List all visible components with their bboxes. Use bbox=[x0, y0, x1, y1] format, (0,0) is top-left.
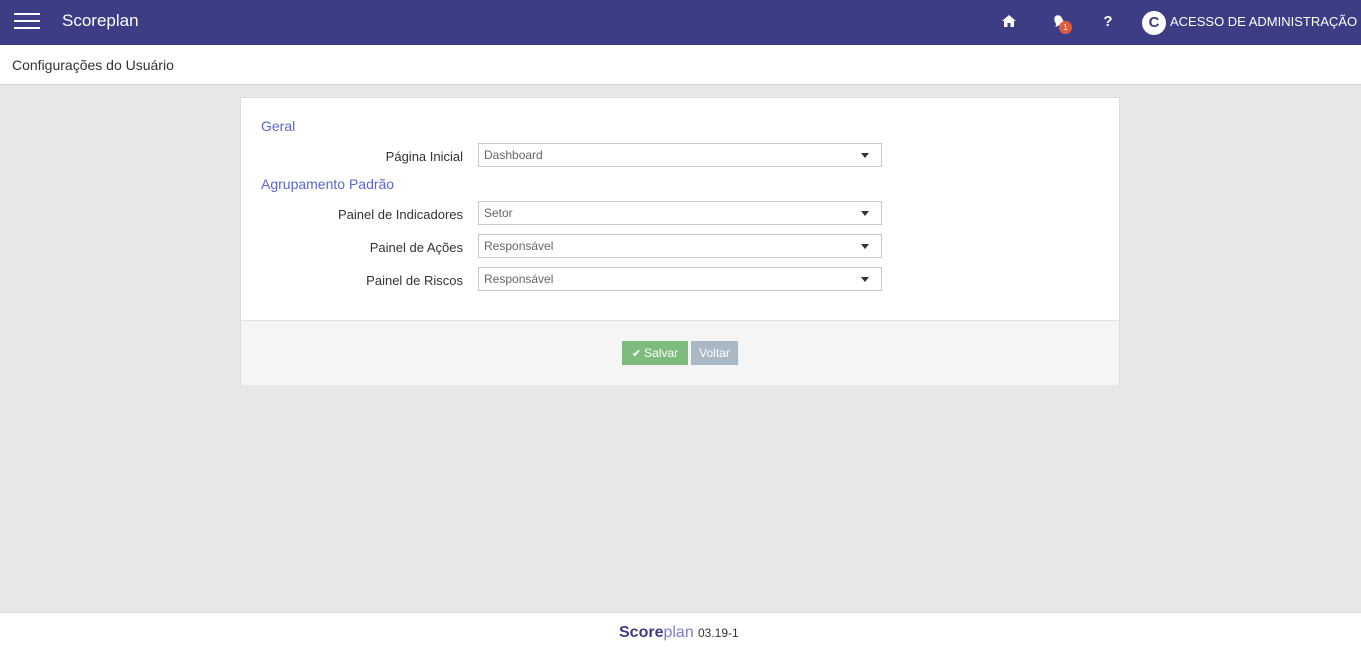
avatar[interactable]: C bbox=[1142, 11, 1166, 35]
actions-panel-select[interactable]: Responsável bbox=[478, 234, 882, 258]
caret-down-icon bbox=[861, 153, 869, 158]
footer-logo: Scoreplan bbox=[619, 624, 694, 642]
caret-down-icon bbox=[861, 277, 869, 282]
page-header: Configurações do Usuário bbox=[0, 45, 1361, 85]
field-label-start-page: Página Inicial bbox=[385, 149, 463, 164]
field-label-indicators-panel: Painel de Indicadores bbox=[337, 207, 463, 222]
section-title-general: Geral bbox=[261, 118, 296, 134]
caret-down-icon bbox=[861, 211, 869, 216]
field-label-actions-panel: Painel de Ações bbox=[369, 240, 463, 255]
save-button[interactable]: ✔ Salvar bbox=[622, 341, 688, 365]
app-brand[interactable]: Scoreplan bbox=[62, 11, 139, 31]
start-page-value: Dashboard bbox=[484, 148, 543, 162]
user-menu-dropdown[interactable]: ACESSO DE ADMINISTRAÇÃO bbox=[1170, 14, 1361, 29]
indicators-panel-select[interactable]: Setor bbox=[478, 201, 882, 225]
risks-panel-select[interactable]: Responsável bbox=[478, 267, 882, 291]
user-menu-label: ACESSO DE ADMINISTRAÇÃO bbox=[1170, 14, 1358, 29]
section-title-default-grouping: Agrupamento Padrão bbox=[261, 176, 395, 192]
card-footer: ✔ Salvar Voltar bbox=[241, 320, 1119, 385]
page-title: Configurações do Usuário bbox=[12, 57, 174, 73]
home-icon[interactable] bbox=[1001, 13, 1019, 31]
save-button-label: Salvar bbox=[644, 346, 679, 360]
footer-logo-part1: Score bbox=[619, 624, 664, 641]
settings-card: Geral Página Inicial Dashboard Agrupamen… bbox=[240, 97, 1120, 385]
back-button[interactable]: Voltar bbox=[691, 341, 738, 365]
field-label-risks-panel: Painel de Riscos bbox=[366, 273, 463, 288]
version-label: 03.19-1 bbox=[698, 626, 739, 640]
caret-down-icon bbox=[861, 244, 869, 249]
risks-panel-value: Responsável bbox=[484, 272, 554, 286]
indicators-panel-value: Setor bbox=[484, 206, 513, 220]
notification-badge: 1 bbox=[1059, 21, 1072, 34]
top-navbar: Scoreplan 1 ? C ACESSO DE ADMINISTRAÇÃO bbox=[0, 0, 1361, 45]
footer-logo-part2: plan bbox=[663, 624, 694, 641]
check-icon: ✔ bbox=[631, 348, 642, 360]
actions-panel-value: Responsável bbox=[484, 239, 554, 253]
start-page-select[interactable]: Dashboard bbox=[478, 143, 882, 167]
page-footer: Scoreplan 03.19-1 bbox=[0, 612, 1361, 655]
hamburger-menu-icon[interactable] bbox=[14, 13, 40, 31]
help-icon[interactable]: ? bbox=[1102, 13, 1114, 31]
